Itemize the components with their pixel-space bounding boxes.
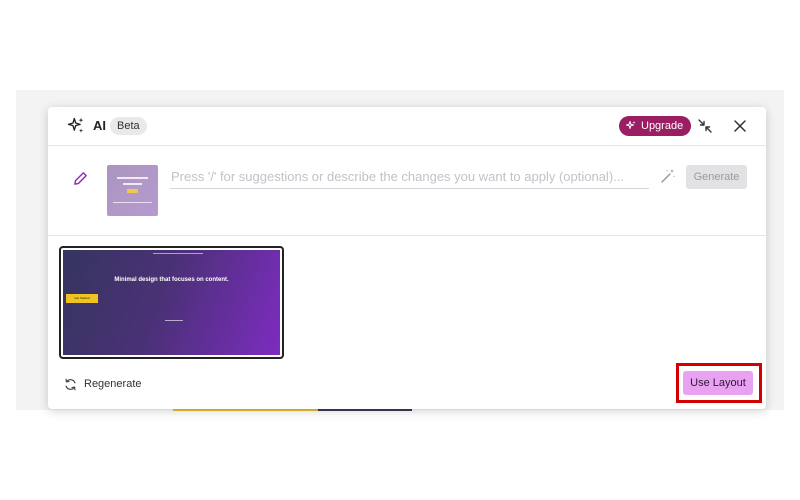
refresh-icon	[65, 378, 76, 390]
ai-layout-modal: AI Beta Upgrade Press '/' for suggestion…	[48, 107, 766, 409]
sparkle-icon	[67, 117, 84, 133]
regenerate-label: Regenerate	[84, 378, 142, 390]
preview-nav-line	[153, 253, 203, 254]
close-icon[interactable]	[732, 118, 748, 134]
pencil-icon	[74, 172, 87, 185]
preview-footer-line	[165, 320, 183, 321]
thumbnail-heading-line	[117, 177, 148, 179]
ai-title: AI	[93, 118, 106, 133]
preview-cta: Get Started	[66, 294, 98, 303]
reference-thumbnail[interactable]	[107, 165, 158, 216]
upgrade-label: Upgrade	[641, 120, 684, 132]
prompt-row: Generate	[48, 146, 766, 236]
sparkle-icon	[626, 121, 636, 129]
preview-headline: Minimal design that focuses on content.	[114, 277, 229, 283]
regenerate-button[interactable]: Regenerate	[64, 375, 142, 393]
thumbnail-button	[127, 189, 138, 193]
layout-result-card[interactable]: Minimal design that focuses on content. …	[59, 246, 284, 359]
beta-badge: Beta	[110, 117, 147, 135]
thumbnail-subheading-line	[123, 183, 142, 185]
collapse-icon[interactable]	[697, 118, 713, 134]
thumbnail-footer-line	[113, 202, 152, 203]
prompt-input[interactable]	[170, 164, 649, 189]
use-layout-button[interactable]: Use Layout	[683, 371, 753, 395]
generate-button[interactable]: Generate	[686, 165, 747, 189]
modal-header: AI Beta Upgrade	[48, 107, 766, 146]
layout-preview: Minimal design that focuses on content. …	[63, 250, 280, 355]
magic-wand-icon[interactable]	[660, 168, 676, 184]
upgrade-button[interactable]: Upgrade	[619, 116, 692, 136]
